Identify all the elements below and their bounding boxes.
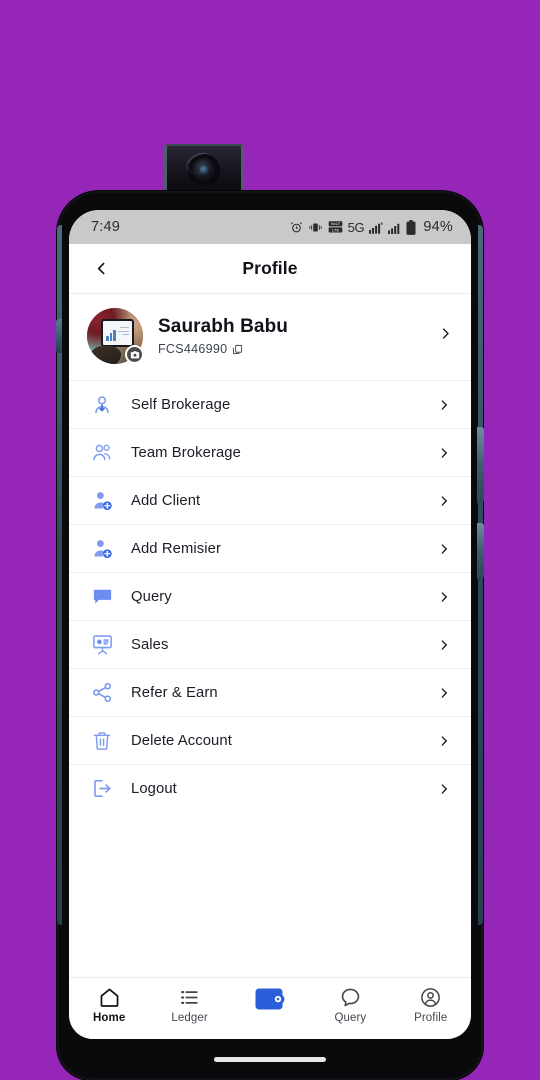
page-title: Profile xyxy=(242,258,298,278)
menu-item-label: Self Brokerage xyxy=(131,396,231,413)
menu-item-add-client[interactable]: Add Client xyxy=(69,476,471,524)
nav-item-query[interactable]: Query xyxy=(317,985,383,1024)
chevron-right-icon[interactable] xyxy=(435,590,453,604)
share-nodes-icon xyxy=(89,680,115,706)
profile-client-id: FCS446990 xyxy=(158,342,228,356)
camera-icon[interactable] xyxy=(125,345,144,364)
menu-item-label: Team Brokerage xyxy=(131,444,241,461)
signal-bars-sim2-icon xyxy=(388,221,401,234)
home-indicator[interactable] xyxy=(214,1057,326,1062)
avatar-tablet-screen xyxy=(103,321,132,345)
status-time: 7:49 xyxy=(91,219,121,235)
list-icon xyxy=(178,985,201,1009)
menu-item-label: Query xyxy=(131,588,172,605)
nav-item-home[interactable]: Home xyxy=(76,985,142,1024)
signal-bars-sim1-icon xyxy=(369,221,383,234)
nav-item-label: Home xyxy=(93,1012,126,1024)
people-group-icon xyxy=(89,440,115,466)
back-button[interactable] xyxy=(87,255,115,283)
phone-screen: 7:49 VoLT LTE 5G 94% Profile Saurabh Bab… xyxy=(69,210,471,1039)
person-arrow-down-icon xyxy=(89,392,115,418)
volume-button[interactable] xyxy=(477,427,484,503)
menu-item-delete-account[interactable]: Delete Account xyxy=(69,716,471,764)
svg-text:LTE: LTE xyxy=(331,228,339,232)
chevron-right-icon[interactable] xyxy=(435,446,453,460)
chevron-right-icon[interactable] xyxy=(435,494,453,508)
copy-icon[interactable] xyxy=(232,344,243,355)
menu-item-team-brokerage[interactable]: Team Brokerage xyxy=(69,428,471,476)
popup-selfie-camera xyxy=(164,144,244,192)
nav-item-label: Ledger xyxy=(171,1012,208,1024)
5g-icon: 5G xyxy=(347,219,365,235)
menu-item-label: Add Client xyxy=(131,492,201,509)
sim-tray xyxy=(56,319,62,353)
battery-icon xyxy=(406,219,416,235)
nav-item-profile[interactable]: Profile xyxy=(398,985,464,1024)
chevron-right-icon[interactable] xyxy=(435,734,453,748)
chat-bubble-icon xyxy=(89,584,115,610)
menu-item-logout[interactable]: Logout xyxy=(69,764,471,812)
menu-item-sales[interactable]: Sales xyxy=(69,620,471,668)
menu-item-label: Sales xyxy=(131,636,169,653)
status-bar: 7:49 VoLT LTE 5G 94% xyxy=(69,210,471,244)
profile-id-row: FCS446990 xyxy=(158,342,430,356)
chevron-right-icon[interactable] xyxy=(435,542,453,556)
vibrate-icon xyxy=(308,221,323,234)
nav-item-label: Profile xyxy=(414,1012,448,1024)
battery-percent-label: 94% xyxy=(423,219,453,235)
nav-item-label: Query xyxy=(334,1012,367,1024)
presentation-board-icon xyxy=(89,632,115,658)
menu-item-label: Add Remisier xyxy=(131,540,222,557)
menu-item-query[interactable]: Query xyxy=(69,572,471,620)
chevron-left-icon xyxy=(97,262,104,275)
power-button[interactable] xyxy=(477,523,484,579)
person-add-icon xyxy=(89,488,115,514)
home-icon xyxy=(98,985,121,1009)
chevron-right-icon[interactable] xyxy=(435,782,453,796)
bottom-nav: Home Ledger Query Profile xyxy=(69,977,471,1039)
app-header: Profile xyxy=(69,244,471,294)
menu-list: Self Brokerage Team Brokerage Add Client… xyxy=(69,380,471,812)
chevron-right-icon[interactable] xyxy=(435,686,453,700)
menu-item-self-brokerage[interactable]: Self Brokerage xyxy=(69,380,471,428)
chevron-right-icon[interactable] xyxy=(435,638,453,652)
svg-text:VoLT: VoLT xyxy=(330,222,340,226)
menu-item-refer-and-earn[interactable]: Refer & Earn xyxy=(69,668,471,716)
phone-frame: 7:49 VoLT LTE 5G 94% Profile Saurabh Bab… xyxy=(56,191,484,1080)
profile-text: Saurabh Babu FCS446990 xyxy=(158,316,430,356)
profile-name: Saurabh Babu xyxy=(158,316,288,337)
alarm-icon xyxy=(290,221,303,234)
menu-item-label: Refer & Earn xyxy=(131,684,218,701)
menu-item-label: Delete Account xyxy=(131,732,232,749)
profile-chevron-icon[interactable] xyxy=(430,326,453,346)
avatar-hands xyxy=(91,346,121,364)
nav-item-wallet[interactable] xyxy=(237,985,303,1014)
person-add-icon xyxy=(89,536,115,562)
content-filler xyxy=(69,812,471,977)
avatar[interactable] xyxy=(87,308,144,364)
profile-row[interactable]: Saurabh Babu FCS446990 xyxy=(69,294,471,380)
avatar-tablet xyxy=(101,319,134,347)
status-icons: VoLT LTE 5G 94% xyxy=(290,219,453,235)
chevron-right-icon xyxy=(442,328,449,339)
menu-item-label: Logout xyxy=(131,780,177,797)
wallet-icon xyxy=(254,987,286,1011)
volte-icon: VoLT LTE xyxy=(328,220,343,234)
menu-item-add-remisier[interactable]: Add Remisier xyxy=(69,524,471,572)
user-circle-icon xyxy=(419,985,442,1009)
logout-arrow-icon xyxy=(89,776,115,802)
chat-icon xyxy=(339,985,362,1009)
trash-icon xyxy=(89,728,115,754)
chevron-right-icon[interactable] xyxy=(435,398,453,412)
nav-item-ledger[interactable]: Ledger xyxy=(157,985,223,1024)
